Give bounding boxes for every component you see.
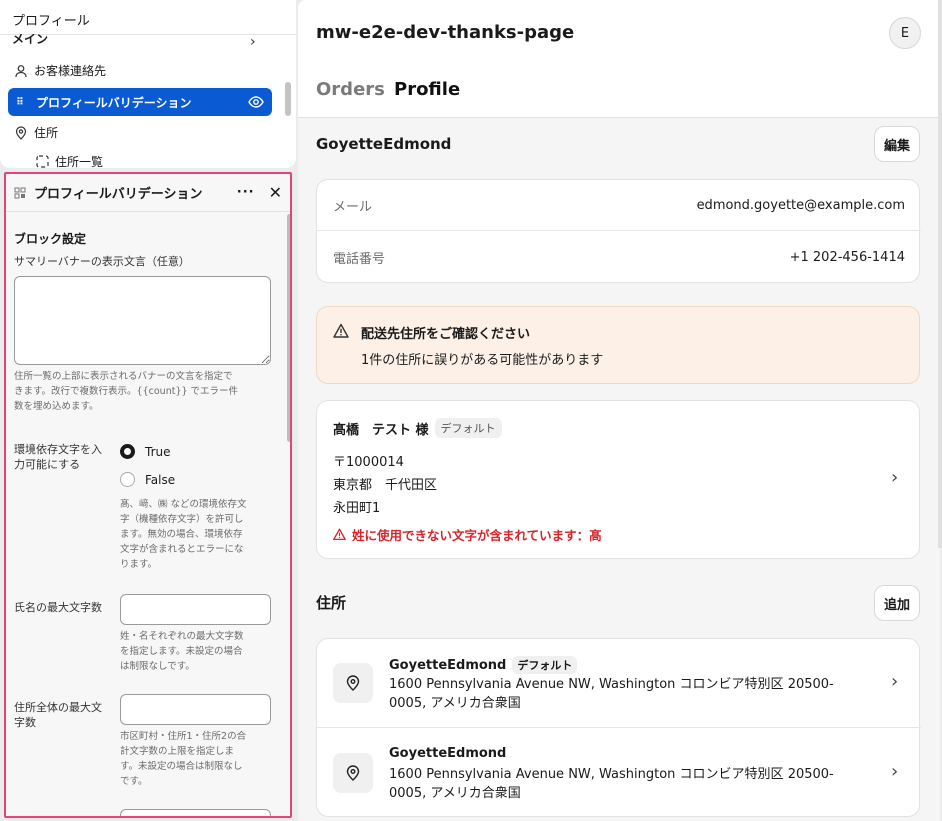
email-row: メール edmond.goyette@example.com	[317, 180, 921, 231]
phone-row: 電話番号 +1 202-456-1414	[317, 232, 921, 283]
close-icon[interactable]: ✕	[269, 183, 282, 202]
validation-error: 姓に使用できない文字が含まれています：髙	[333, 525, 602, 544]
nav-item-address[interactable]: 住所	[14, 124, 58, 141]
block-settings-panel: プロフィールバリデーション ··· ✕ ブロック設定 サマリーバナーの表示文言（…	[4, 172, 292, 818]
tab-orders[interactable]: Orders	[316, 79, 385, 100]
nav-item-label: お客様連絡先	[34, 64, 107, 78]
location-pin-icon	[333, 753, 373, 793]
env-chars-label: 環境依存文字を入 力可能にする	[14, 443, 102, 471]
profile-nav-panel: プロフィール メイン › お客様連絡先 ⠿ プロフィールバリデーション 住所 住…	[0, 0, 296, 168]
nav-item-label: 住所一覧	[55, 155, 104, 168]
next-setting-input[interactable]	[120, 809, 271, 816]
location-pin-icon	[15, 125, 27, 140]
location-pin-icon	[333, 663, 373, 703]
add-address-button[interactable]: 追加	[874, 585, 920, 621]
radio-button[interactable]	[120, 444, 135, 459]
phone-label: 電話番号	[333, 252, 386, 267]
section-title: ブロック設定	[14, 232, 87, 246]
name-max-label: 氏名の最大文字数	[14, 601, 102, 614]
nav-item-profile-validation[interactable]: ⠿ プロフィールバリデーション	[8, 88, 272, 116]
address-max-label: 住所全体の最大文 字数	[14, 701, 102, 729]
tab-profile[interactable]: Profile	[394, 79, 460, 100]
contact-card: メール edmond.goyette@example.com 電話番号 +1 2…	[316, 179, 921, 283]
warning-title: 配送先住所をご確認ください	[361, 327, 531, 342]
block-icon	[14, 187, 26, 198]
person-icon	[15, 64, 27, 77]
nav-item-label: プロフィールバリデーション	[36, 95, 192, 110]
phone-value: +1 202-456-1414	[789, 250, 905, 265]
addresses-title: 住所	[316, 594, 347, 612]
address-card[interactable]: 髙橋 テスト 様 デフォルト 〒1000014 東京都 千代田区 永田町1 姓に…	[316, 400, 920, 559]
nav-item-customer-contact[interactable]: お客様連絡先	[14, 62, 106, 79]
page-header: mw-e2e-dev-thanks-page E Orders Profile	[298, 0, 940, 118]
scrollbar[interactable]	[285, 82, 291, 116]
avatar[interactable]: E	[889, 17, 921, 49]
banner-text-label: サマリーバナーの表示文言（任意）	[14, 255, 190, 268]
profile-preview: mw-e2e-dev-thanks-page E Orders Profile …	[298, 0, 940, 821]
email-value: edmond.goyette@example.com	[696, 197, 905, 213]
warning-icon	[333, 528, 346, 541]
panel-title: プロフィールバリデーション	[34, 187, 203, 202]
eye-icon[interactable]	[248, 96, 264, 108]
edit-button[interactable]: 編集	[874, 126, 920, 162]
nav-title: プロフィール	[12, 14, 90, 29]
drag-handle-icon[interactable]: ⠿	[16, 97, 30, 108]
address-name: GoyetteEdmond	[389, 746, 507, 761]
address-name: 髙橋 テスト 様 デフォルト	[333, 418, 502, 438]
more-options-icon[interactable]: ···	[237, 185, 255, 200]
default-badge: デフォルト	[434, 418, 502, 438]
chevron-right-icon[interactable]: ›	[250, 34, 256, 50]
address-max-input[interactable]	[120, 694, 271, 725]
nav-group-main[interactable]: メイン	[12, 34, 52, 48]
banner-text-input[interactable]	[14, 276, 271, 365]
warning-body: 1件の住所に誤りがある可能性があります	[361, 353, 604, 368]
chevron-right-icon[interactable]: ›	[891, 467, 898, 488]
email-label: メール	[333, 199, 373, 215]
chevron-right-icon[interactable]: ›	[891, 761, 898, 782]
radio-false[interactable]: False	[120, 472, 175, 487]
address-text: 1600 Pennsylvania Avenue NW, Washington …	[389, 767, 834, 801]
address-list-card: GoyetteEdmond デフォルト 1600 Pennsylvania Av…	[316, 638, 921, 818]
address-line-2: 永田町1	[333, 501, 381, 516]
address-name: GoyetteEdmond デフォルト	[389, 656, 578, 674]
address-list-item[interactable]: GoyetteEdmond 1600 Pennsylvania Avenue N…	[317, 729, 921, 818]
name-max-input[interactable]	[120, 594, 271, 625]
banner-help-text: 住所一覧の上部に表示されるバナーの文言を指定で きます。改行で複数行表示。{{co…	[14, 371, 239, 412]
panel-header: プロフィールバリデーション ··· ✕	[6, 174, 290, 212]
address-line-1: 東京都 千代田区	[333, 478, 438, 493]
radio-true[interactable]: True	[120, 444, 171, 459]
default-badge: デフォルト	[512, 656, 578, 674]
warning-icon	[333, 323, 349, 338]
env-chars-help-text: 髙、﨑、㈱ などの環境依存文 字（機種依存文字）を許可し ます。無効の場合、環境依存…	[120, 499, 247, 570]
name-max-help-text: 姓・名それぞれの最大文字数 を指定します。未設定の場合 は制限なしです。	[120, 631, 244, 672]
page-title: mw-e2e-dev-thanks-page	[316, 22, 575, 43]
address-text: 1600 Pennsylvania Avenue NW, Washington …	[389, 677, 834, 711]
nav-item-label: 住所	[34, 126, 59, 140]
address-list-item[interactable]: GoyetteEdmond デフォルト 1600 Pennsylvania Av…	[317, 639, 921, 728]
nav-item-address-list[interactable]: 住所一覧	[36, 153, 103, 168]
postal-code: 〒1000014	[333, 455, 404, 470]
scrollbar[interactable]	[938, 0, 942, 548]
warning-banner: 配送先住所をご確認ください 1件の住所に誤りがある可能性があります	[316, 306, 920, 384]
address-max-help-text: 市区町村・住所1・住所2の合 計文字数の上限を指定しま す。未設定の場合は制限なしで…	[120, 731, 247, 787]
dashed-box-icon	[36, 155, 49, 168]
radio-button[interactable]	[120, 472, 135, 487]
chevron-right-icon[interactable]: ›	[891, 671, 898, 692]
scrollbar[interactable]	[287, 214, 290, 442]
customer-name: GoyetteEdmond	[316, 135, 452, 153]
